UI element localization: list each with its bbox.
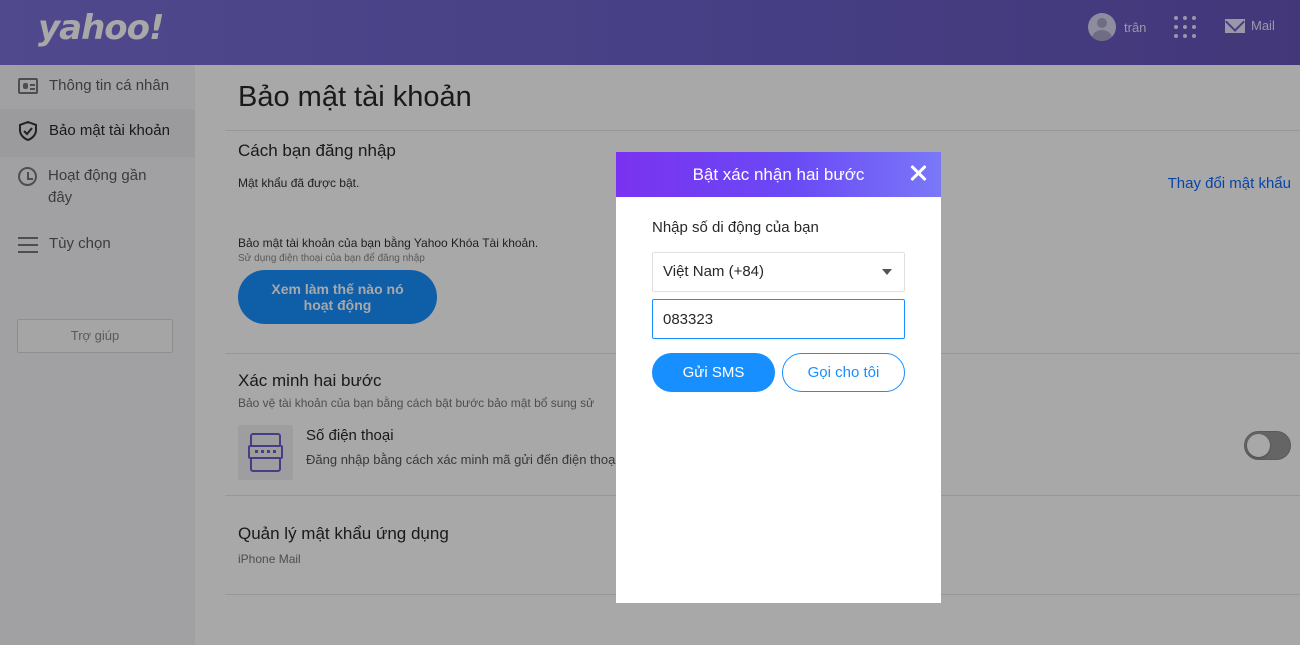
close-icon[interactable] bbox=[908, 162, 930, 184]
phone-number-label: Nhập số di động của bạn bbox=[652, 219, 819, 236]
chevron-down-icon bbox=[882, 269, 892, 275]
phone-number-input[interactable] bbox=[652, 299, 905, 339]
modal-header: Bật xác nhận hai bước bbox=[616, 152, 941, 197]
country-select[interactable]: Việt Nam (+84) bbox=[652, 252, 905, 292]
two-step-modal: Bật xác nhận hai bước Nhập số di động củ… bbox=[616, 152, 941, 603]
country-select-value: Việt Nam (+84) bbox=[663, 263, 765, 280]
call-me-button[interactable]: Gọi cho tôi bbox=[782, 353, 905, 392]
modal-title: Bật xác nhận hai bước bbox=[692, 165, 865, 184]
send-sms-button[interactable]: Gửi SMS bbox=[652, 353, 775, 392]
